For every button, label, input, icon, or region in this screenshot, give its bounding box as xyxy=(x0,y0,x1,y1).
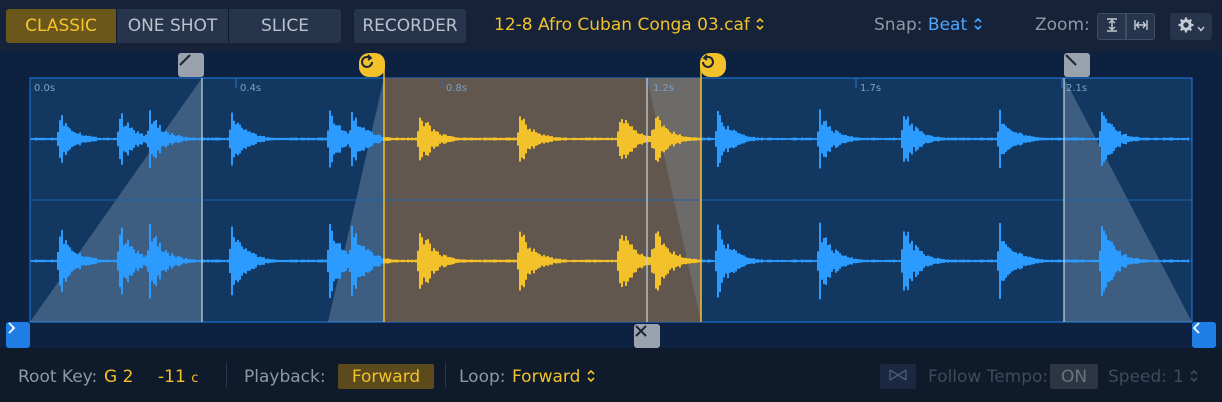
snap-control[interactable]: Snap: Beat xyxy=(874,15,983,35)
playback-mode-button[interactable]: Forward xyxy=(338,364,434,389)
ruler-tick-label: 2.1s xyxy=(1066,83,1088,94)
updown-chevron-icon xyxy=(973,15,983,35)
updown-chevron-icon xyxy=(755,15,765,35)
gear-icon xyxy=(1178,17,1194,37)
speed-selector[interactable]: 1 xyxy=(1173,367,1199,387)
fade-in-handle[interactable] xyxy=(178,53,204,77)
sample-file-name: 12-8 Afro Cuban Conga 03.caf xyxy=(494,15,750,35)
loop-start-handle[interactable] xyxy=(359,53,385,77)
speed-value: 1 xyxy=(1173,367,1184,387)
settings-menu-button[interactable] xyxy=(1170,13,1212,40)
divider xyxy=(445,362,446,388)
sample-file-selector[interactable]: 12-8 Afro Cuban Conga 03.caf xyxy=(494,15,765,35)
mode-one-shot-button[interactable]: ONE SHOT xyxy=(117,9,229,43)
divider xyxy=(226,362,227,388)
ruler-tick-label: 0.0s xyxy=(34,83,56,94)
zoom-horizontal-button[interactable] xyxy=(1126,13,1155,40)
mode-selector: CLASSIC ONE SHOT SLICE xyxy=(6,9,341,43)
snap-value[interactable]: Beat xyxy=(928,15,967,35)
waveform-editor[interactable]: 0.0s 0.4s 0.8s 1.2s 1.7s 2.1s xyxy=(0,52,1222,348)
loop-mode-value: Forward xyxy=(512,367,581,387)
sample-start-marker[interactable] xyxy=(6,322,30,348)
loop-mode-selector[interactable]: Forward xyxy=(512,367,596,387)
loop-label: Loop: xyxy=(459,367,506,387)
root-key-label: Root Key: xyxy=(18,367,98,387)
snap-label: Snap: xyxy=(874,15,923,35)
crossfade-button[interactable] xyxy=(880,364,916,389)
chevron-down-icon xyxy=(1196,17,1205,36)
playback-label: Playback: xyxy=(244,367,326,387)
crossfade-icon xyxy=(888,367,908,386)
follow-tempo-toggle[interactable]: ON xyxy=(1050,364,1098,389)
loop-end-handle[interactable] xyxy=(700,53,726,77)
mode-classic-button[interactable]: CLASSIC xyxy=(6,9,117,43)
speed-label: Speed: xyxy=(1108,367,1168,387)
fine-tune-field[interactable]: -11 c xyxy=(158,367,198,387)
fade-out-handle[interactable] xyxy=(1064,53,1090,77)
remove-loop-button[interactable] xyxy=(634,324,660,348)
ruler-tick-label: 1.2s xyxy=(653,83,675,94)
ruler-tick-label: 0.4s xyxy=(240,83,262,94)
fine-tune-value: -11 xyxy=(158,367,186,387)
waveform-display xyxy=(29,66,1193,323)
zoom-vertical-button[interactable] xyxy=(1097,13,1126,40)
zoom-vertical-icon xyxy=(1103,16,1121,38)
fine-tune-unit: c xyxy=(191,371,199,386)
sample-end-marker[interactable] xyxy=(1192,322,1216,348)
recorder-button[interactable]: RECORDER xyxy=(354,9,466,43)
mode-slice-button[interactable]: SLICE xyxy=(229,9,341,43)
zoom-horizontal-icon xyxy=(1132,16,1150,38)
updown-chevron-icon xyxy=(1189,367,1199,387)
zoom-label: Zoom: xyxy=(1035,15,1090,35)
updown-chevron-icon xyxy=(586,367,596,387)
ruler-tick-label: 0.8s xyxy=(446,83,468,94)
bottom-controls: Root Key: G 2 -11 c Playback: Forward Lo… xyxy=(0,348,1222,402)
follow-tempo-label: Follow Tempo: xyxy=(928,367,1049,387)
top-toolbar: CLASSIC ONE SHOT SLICE RECORDER 12-8 Afr… xyxy=(0,0,1222,52)
root-key-value[interactable]: G 2 xyxy=(104,367,133,387)
ruler-tick-label: 1.7s xyxy=(860,83,882,94)
